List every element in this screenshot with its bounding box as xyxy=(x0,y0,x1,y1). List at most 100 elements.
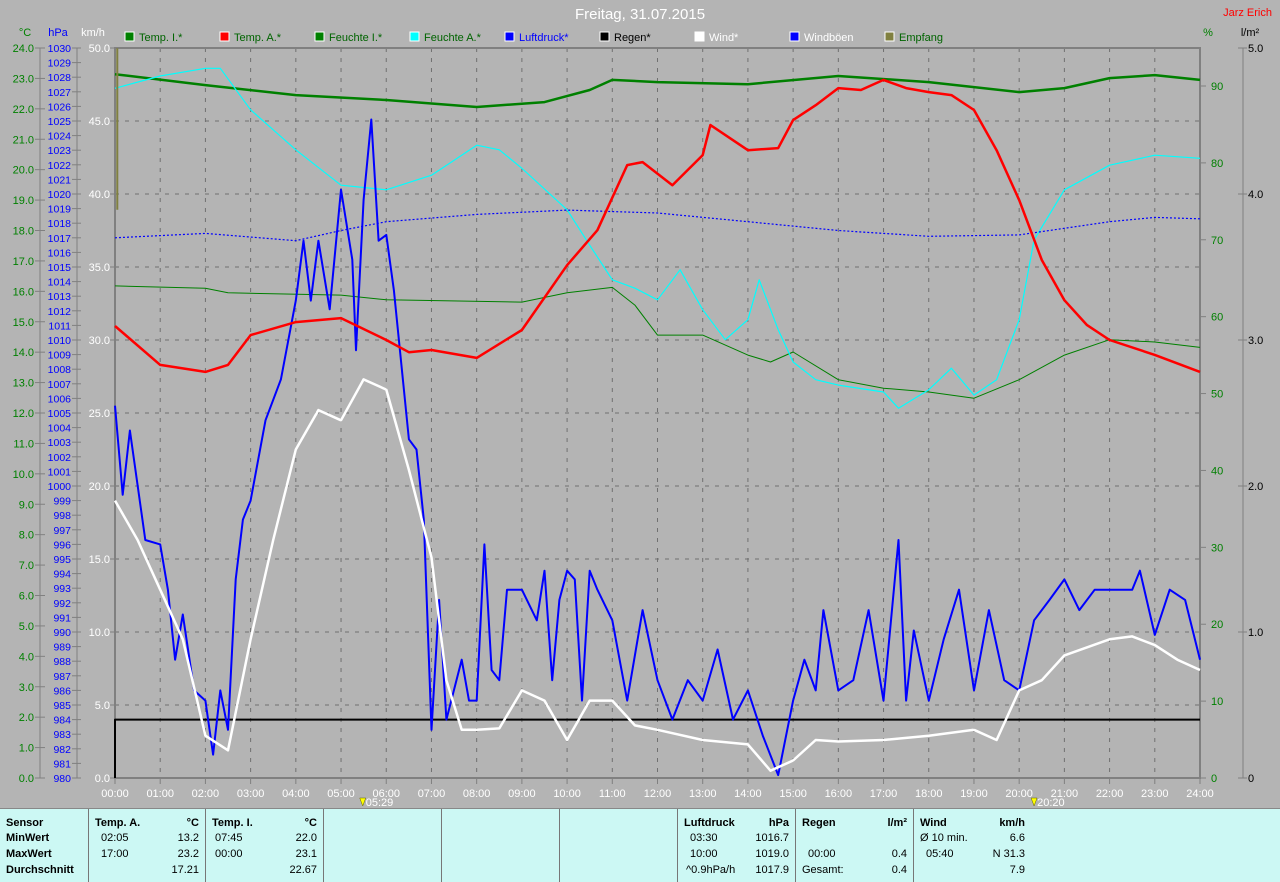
pressure-tick-label: 1014 xyxy=(48,277,72,289)
x-tick-label: 12:00 xyxy=(644,788,672,800)
pressure-tick-label: 998 xyxy=(53,510,71,522)
temp-tick-label: 4.0 xyxy=(19,651,34,663)
stats-unit: hPa xyxy=(768,817,789,829)
stats-col-sensor: Sensor MinWert MaxWert Durchschnitt xyxy=(0,809,88,882)
humidity-tick-label: 80 xyxy=(1211,158,1223,170)
wind-tick-label: 5.0 xyxy=(95,700,110,712)
pressure-tick-label: 994 xyxy=(53,569,71,581)
pressure-tick-label: 991 xyxy=(53,612,71,624)
humidity-tick-label: 10 xyxy=(1211,696,1223,708)
legend-item-label: Luftdruck* xyxy=(519,32,569,44)
pressure-tick-label: 1002 xyxy=(48,452,72,464)
x-tick-label: 11:00 xyxy=(599,788,626,800)
pressure-tick-label: 1011 xyxy=(48,320,71,332)
avg-value: 1017.9 xyxy=(755,864,789,876)
stats-col-temp-a: Temp. A. °C 02:05 13.2 17:00 23.2 17.21 xyxy=(88,809,205,882)
pressure-tick-label: 985 xyxy=(53,700,71,712)
pressure-tick-label: 987 xyxy=(53,671,71,683)
temp-tick-label: 11.0 xyxy=(13,438,34,450)
stats-table: Sensor MinWert MaxWert Durchschnitt Temp… xyxy=(0,808,1280,882)
x-tick-label: 16:00 xyxy=(825,788,853,800)
humidity-tick-label: 20 xyxy=(1211,619,1223,631)
weather-chart: °C hPa km/h% l/m² 0.0 1.0 2.0 3.0 4.0 5.0 6.0 7.0 8.… xyxy=(13,27,1264,808)
pressure-tick-label: 982 xyxy=(53,744,71,756)
avg-value: 7.9 xyxy=(1009,864,1025,876)
pressure-axis-label: hPa xyxy=(48,27,68,39)
rain-tick-label: 1.0 xyxy=(1248,627,1263,639)
avg-value: 22.67 xyxy=(289,864,317,876)
pressure-tick-label: 993 xyxy=(53,583,71,595)
sunset-time-label: 20:20 xyxy=(1037,797,1065,808)
pressure-tick-label: 1022 xyxy=(48,160,72,172)
temp-tick-label: 6.0 xyxy=(19,591,34,603)
row-label: MaxWert xyxy=(6,848,52,860)
pressure-tick-label: 1008 xyxy=(48,364,72,376)
x-tick-label: 05:00 xyxy=(327,788,355,800)
stats-col-empty xyxy=(323,809,441,882)
pressure-tick-label: 1007 xyxy=(48,379,72,391)
pressure-tick-label: 1026 xyxy=(48,101,72,113)
temp-tick-label: 15.0 xyxy=(13,317,34,329)
max-value: 23.1 xyxy=(295,848,317,860)
humidity-tick-label: 40 xyxy=(1211,465,1223,477)
wind-tick-label: 40.0 xyxy=(89,189,110,201)
avg-value: 17.21 xyxy=(171,864,199,876)
pressure-tick-label: 981 xyxy=(53,758,71,770)
max-value: N 31.3 xyxy=(992,848,1025,860)
legend-item-label: Regen* xyxy=(614,32,651,44)
x-tick-label: 10:00 xyxy=(553,788,581,800)
wind-tick-label: 25.0 xyxy=(89,408,110,420)
legend-swatch xyxy=(219,31,230,42)
max-value: 1019.0 xyxy=(755,848,789,860)
row-label: Durchschnitt xyxy=(6,864,74,876)
legend-item-label: Feuchte I.* xyxy=(329,32,383,44)
legend-item-label: Temp. A.* xyxy=(234,32,282,44)
min-value: 13.2 xyxy=(177,832,199,844)
rain-tick-label: 0 xyxy=(1248,773,1254,785)
x-tick-label: 07:00 xyxy=(418,788,446,800)
legend-swatch xyxy=(694,31,705,42)
pressure-tick-label: 1003 xyxy=(48,437,72,449)
x-tick-label: 20:00 xyxy=(1005,788,1033,800)
min-time: 07:45 xyxy=(215,832,243,844)
pressure-tick-label: 1004 xyxy=(48,423,72,435)
temp-tick-label: 14.0 xyxy=(13,347,34,359)
pressure-tick-label: 1006 xyxy=(48,393,72,405)
legend-swatch xyxy=(124,31,135,42)
sunrise-time-label: 05:29 xyxy=(366,797,394,808)
temp-tick-label: 20.0 xyxy=(13,165,34,177)
max-time: 17:00 xyxy=(101,848,129,860)
pressure-tick-label: 1025 xyxy=(48,116,72,128)
avg10-value: 6.6 xyxy=(1009,832,1025,844)
temp-tick-label: 17.0 xyxy=(13,256,34,268)
x-tick-label: 01:00 xyxy=(146,788,174,800)
humidity-tick-label: 30 xyxy=(1211,542,1223,554)
trend-value: ^0.9hPa/h xyxy=(686,864,736,876)
wind-tick-label: 45.0 xyxy=(89,116,110,128)
x-tick-label: 09:00 xyxy=(508,788,536,800)
stats-col-pressure: Luftdruck hPa 03:30 1016.7 10:00 1019.0 ^0.… xyxy=(677,809,795,882)
temp-axis-label: °C xyxy=(19,27,31,39)
pressure-tick-label: 1030 xyxy=(48,43,72,55)
max-value: 23.2 xyxy=(177,848,199,860)
humidity-tick-label: 50 xyxy=(1211,389,1223,401)
rain-axis-label: l/m² xyxy=(1241,27,1260,39)
wind-tick-label: 50.0 xyxy=(89,43,110,55)
x-tick-label: 19:00 xyxy=(960,788,988,800)
pressure-tick-label: 1027 xyxy=(48,87,72,99)
pressure-tick-label: 1015 xyxy=(48,262,72,274)
x-tick-label: 22:00 xyxy=(1096,788,1124,800)
humidity-tick-label: 0 xyxy=(1211,773,1217,785)
pressure-tick-label: 988 xyxy=(53,656,71,668)
temp-tick-label: 2.0 xyxy=(19,712,34,724)
pressure-tick-label: 1013 xyxy=(48,291,72,303)
stats-col-rain: Regen l/m² 00:00 0.4 Gesamt: 0.4 xyxy=(795,809,913,882)
x-tick-label: 02:00 xyxy=(192,788,220,800)
stats-header: Regen xyxy=(802,817,836,829)
max-time: 05:40 xyxy=(926,848,954,860)
x-tick-label: 03:00 xyxy=(237,788,265,800)
pressure-tick-label: 1017 xyxy=(48,233,72,245)
stats-col-empty xyxy=(441,809,559,882)
pressure-tick-label: 1016 xyxy=(48,247,72,259)
pressure-tick-label: 989 xyxy=(53,642,71,654)
